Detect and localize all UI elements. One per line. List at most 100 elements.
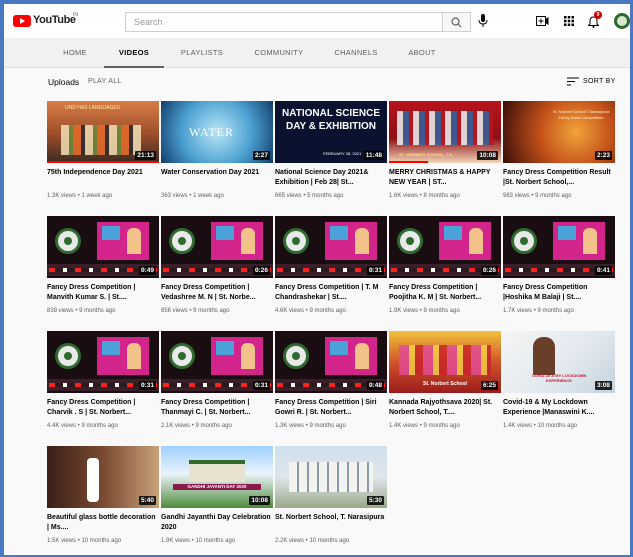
- channel-tabs: HOME VIDEOS PLAYLISTS COMMUNITY CHANNELS…: [4, 38, 630, 68]
- play-all-button[interactable]: PLAY ALL: [88, 78, 122, 85]
- video-title[interactable]: Fancy Dress Competition | Siri Gowri R. …: [275, 398, 387, 418]
- water-day-thumbnail: WATER 2:27: [161, 101, 273, 163]
- video-card[interactable]: St. Norbert School 6:25 Kannada Rajyoths…: [389, 331, 501, 443]
- duration-badge: 2:23: [594, 151, 612, 160]
- youtube-logo[interactable]: YouTube IN: [13, 12, 78, 28]
- browser-frame: YouTube IN Search 9 HOME VIDEOS PLAYLIST…: [4, 4, 630, 555]
- photo-card: [97, 222, 149, 260]
- microphone-icon[interactable]: [478, 14, 488, 28]
- photo-card: [97, 337, 149, 375]
- video-title[interactable]: Fancy Dress Competition | T. M Chandrash…: [275, 283, 387, 303]
- video-title[interactable]: Fancy Dress Competition | Poojitha K. M …: [389, 283, 501, 303]
- video-title[interactable]: Fancy Dress Competition | Vedashree M. N…: [161, 283, 273, 303]
- video-card[interactable]: 0:31 Fancy Dress Competition | Charvik .…: [47, 331, 159, 443]
- video-card[interactable]: St. Norbert School T.Narasipura Fancy Dr…: [503, 101, 615, 213]
- video-meta: 1.9K views • 9 months ago: [389, 308, 460, 314]
- video-card[interactable]: UND HAS LANGUAGES 21:13 75th Independenc…: [47, 101, 159, 213]
- video-card[interactable]: WATER 2:27 Water Conservation Day 2021 3…: [161, 101, 273, 213]
- photo-card: [211, 222, 263, 260]
- video-title[interactable]: MERRY CHRISTMAS & HAPPY NEW YEAR | ST...: [389, 168, 501, 188]
- duration-badge: 0:26: [252, 266, 270, 275]
- video-title[interactable]: Fancy Dress Competition | Thanmayi C. | …: [161, 398, 273, 418]
- duration-badge: 5:30: [366, 496, 384, 505]
- duration-badge: 10:08: [249, 496, 270, 505]
- video-title[interactable]: Fancy Dress Competition |Hoshika M Balaj…: [503, 283, 615, 303]
- rajyothsava-thumbnail: St. Norbert School 6:25: [389, 331, 501, 393]
- video-title[interactable]: 75th Independence Day 2021: [47, 168, 159, 178]
- tab-channels[interactable]: CHANNELS: [326, 38, 386, 68]
- video-title[interactable]: Fancy Dress Competition | Manvith Kumar …: [47, 283, 159, 303]
- video-card[interactable]: NATIONAL SCIENCE DAY & EXHIBITION FEBRUA…: [275, 101, 387, 213]
- photo-card: [325, 222, 377, 260]
- tab-home[interactable]: HOME: [54, 38, 96, 68]
- fancy-dress-thumbnail: 0:49: [47, 216, 159, 278]
- video-meta: 2.2K views • 10 months ago: [275, 538, 350, 544]
- uploads-heading: Uploads: [48, 77, 80, 87]
- tab-videos[interactable]: VIDEOS: [104, 38, 164, 68]
- video-title[interactable]: Kannada Rajyothsava 2020| St. Norbert Sc…: [389, 398, 501, 418]
- search-box: [125, 12, 443, 32]
- fancy-dress-thumbnail: 0:41: [503, 216, 615, 278]
- christmas-thumbnail: ST. NORBERT SCHOOL, T.N. 10:08: [389, 101, 501, 163]
- video-card[interactable]: 0:31 Fancy Dress Competition | Thanmayi …: [161, 331, 273, 443]
- video-meta: 856 views • 9 months ago: [161, 308, 230, 314]
- thumbnail-caption: St. Norbert School: [423, 381, 467, 387]
- logo-text: YouTube: [33, 14, 76, 26]
- sort-by-button[interactable]: SORT BY: [583, 78, 616, 85]
- duration-badge: 3:08: [594, 381, 612, 390]
- video-card[interactable]: 0:41 Fancy Dress Competition |Hoshika M …: [503, 216, 615, 328]
- video-title[interactable]: St. Norbert School, T. Narasipura: [275, 513, 387, 523]
- search-icon: [451, 17, 462, 28]
- video-card[interactable]: 5:30 St. Norbert School, T. Narasipura 2…: [275, 446, 387, 555]
- apps-grid-icon[interactable]: [564, 16, 574, 26]
- thumbnail-caption: UND HAS LANGUAGES: [65, 105, 121, 111]
- search-button[interactable]: [443, 12, 471, 32]
- video-meta: 983 views • 9 months ago: [503, 193, 572, 199]
- video-meta: 1.9K views • 10 months ago: [161, 538, 236, 544]
- video-card[interactable]: 0:26 Fancy Dress Competition | Vedashree…: [161, 216, 273, 328]
- video-card[interactable]: 0:31 Fancy Dress Competition | T. M Chan…: [275, 216, 387, 328]
- photo-card: [553, 222, 605, 260]
- video-meta: 363 views • 1 week ago: [161, 193, 224, 199]
- dancers-decoration: [399, 345, 491, 375]
- video-title[interactable]: Fancy Dress Competition | Charvik . S | …: [47, 398, 159, 418]
- video-card[interactable]: 5:40 Beautiful glass bottle decoration |…: [47, 446, 159, 555]
- thumbnail-caption: WATER: [189, 125, 234, 139]
- tab-playlists[interactable]: PLAYLISTS: [172, 38, 232, 68]
- bottle-decoration-thumbnail: 5:40: [47, 446, 159, 508]
- video-meta: 665 views • 5 months ago: [275, 193, 344, 199]
- thumbnail-caption: COVID-19 & MY LOCKDOWN EXPERIENCE: [531, 373, 587, 383]
- masthead: YouTube IN Search 9: [4, 4, 630, 38]
- video-title[interactable]: Gandhi Jayanthi Day Celebration 2020: [161, 513, 273, 533]
- avatar[interactable]: [614, 13, 630, 29]
- fancy-dress-thumbnail: 0:31: [47, 331, 159, 393]
- video-card[interactable]: 0:49 Fancy Dress Competition | Manvith K…: [47, 216, 159, 328]
- video-card[interactable]: 0:48 Fancy Dress Competition | Siri Gowr…: [275, 331, 387, 443]
- building-decoration: [189, 460, 245, 482]
- tab-community[interactable]: COMMUNITY: [249, 38, 309, 68]
- create-video-icon[interactable]: [536, 16, 549, 26]
- search-input[interactable]: [126, 13, 442, 31]
- school-emblem-icon: [169, 343, 195, 369]
- school-emblem-icon: [283, 343, 309, 369]
- duration-badge: 21:13: [135, 151, 156, 160]
- video-title[interactable]: Water Conservation Day 2021: [161, 168, 273, 178]
- video-card[interactable]: GANDHI JAYANTI DAY 2020 10:08 Gandhi Jay…: [161, 446, 273, 555]
- duration-badge: 0:31: [138, 381, 156, 390]
- video-meta: 2.1K views • 9 months ago: [161, 423, 232, 429]
- duration-badge: 0:41: [594, 266, 612, 275]
- duration-badge: 0:48: [366, 381, 384, 390]
- video-card[interactable]: ST. NORBERT SCHOOL, T.N. 10:08 MERRY CHR…: [389, 101, 501, 213]
- video-title[interactable]: Fancy Dress Competition Result |St. Norb…: [503, 168, 615, 188]
- video-card[interactable]: COVID-19 & MY LOCKDOWN EXPERIENCE 3:08 C…: [503, 331, 615, 443]
- sort-icon[interactable]: [567, 77, 579, 86]
- tab-about[interactable]: ABOUT: [404, 38, 440, 68]
- video-card[interactable]: 0:26 Fancy Dress Competition | Poojitha …: [389, 216, 501, 328]
- video-meta: 839 views • 9 months ago: [47, 308, 116, 314]
- school-emblem-icon: [511, 228, 537, 254]
- notifications-button[interactable]: 9: [587, 11, 602, 28]
- video-title[interactable]: Covid-19 & My Lockdown Experience |Manas…: [503, 398, 615, 418]
- video-title[interactable]: Beautiful glass bottle decoration | Ms..…: [47, 513, 159, 533]
- video-title[interactable]: National Science Day 2021& Exhibition | …: [275, 168, 387, 188]
- covid-thumbnail: COVID-19 & MY LOCKDOWN EXPERIENCE 3:08: [503, 331, 615, 393]
